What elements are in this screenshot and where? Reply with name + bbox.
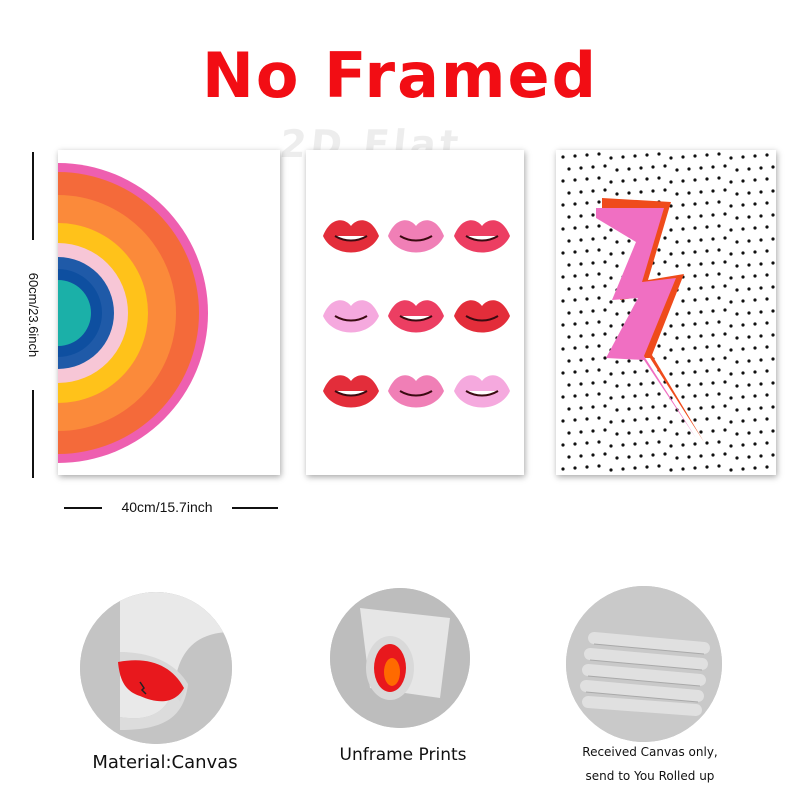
lightning-illustration (561, 152, 775, 472)
width-dimension-line-right (232, 507, 278, 509)
print-rainbow (58, 150, 280, 475)
width-dimension-label: 40cm/15.7inch (121, 499, 213, 515)
lips-mark (454, 220, 510, 253)
lips-mark (323, 220, 379, 253)
height-dimension-label: 60cm/23.6inch (26, 272, 41, 358)
page-title: No Framed (202, 39, 598, 112)
lips-mark (388, 220, 444, 253)
lips-mark (454, 375, 510, 408)
rolled-canvas-photo (566, 586, 722, 742)
print-lips (306, 150, 524, 475)
rolled-caption-line1: Received Canvas only, (582, 745, 718, 759)
lips-mark (388, 300, 444, 333)
rolled-caption: Received Canvas only, send to You Rolled… (560, 740, 740, 788)
width-dimension-line-left (64, 507, 102, 509)
canvas-material-photo (80, 592, 232, 744)
print-lightning (556, 150, 776, 475)
lips-mark (323, 300, 379, 333)
lips-illustration (323, 220, 510, 408)
lips-mark (454, 300, 510, 333)
lips-mark (388, 375, 444, 408)
material-caption: Material:Canvas (92, 752, 238, 773)
lips-mark (323, 375, 379, 408)
rolled-caption-line2: send to You Rolled up (585, 769, 715, 783)
unframed-roll-photo (330, 588, 470, 728)
rainbow-illustration (58, 163, 208, 463)
unframe-caption: Unframe Prints (339, 745, 467, 765)
